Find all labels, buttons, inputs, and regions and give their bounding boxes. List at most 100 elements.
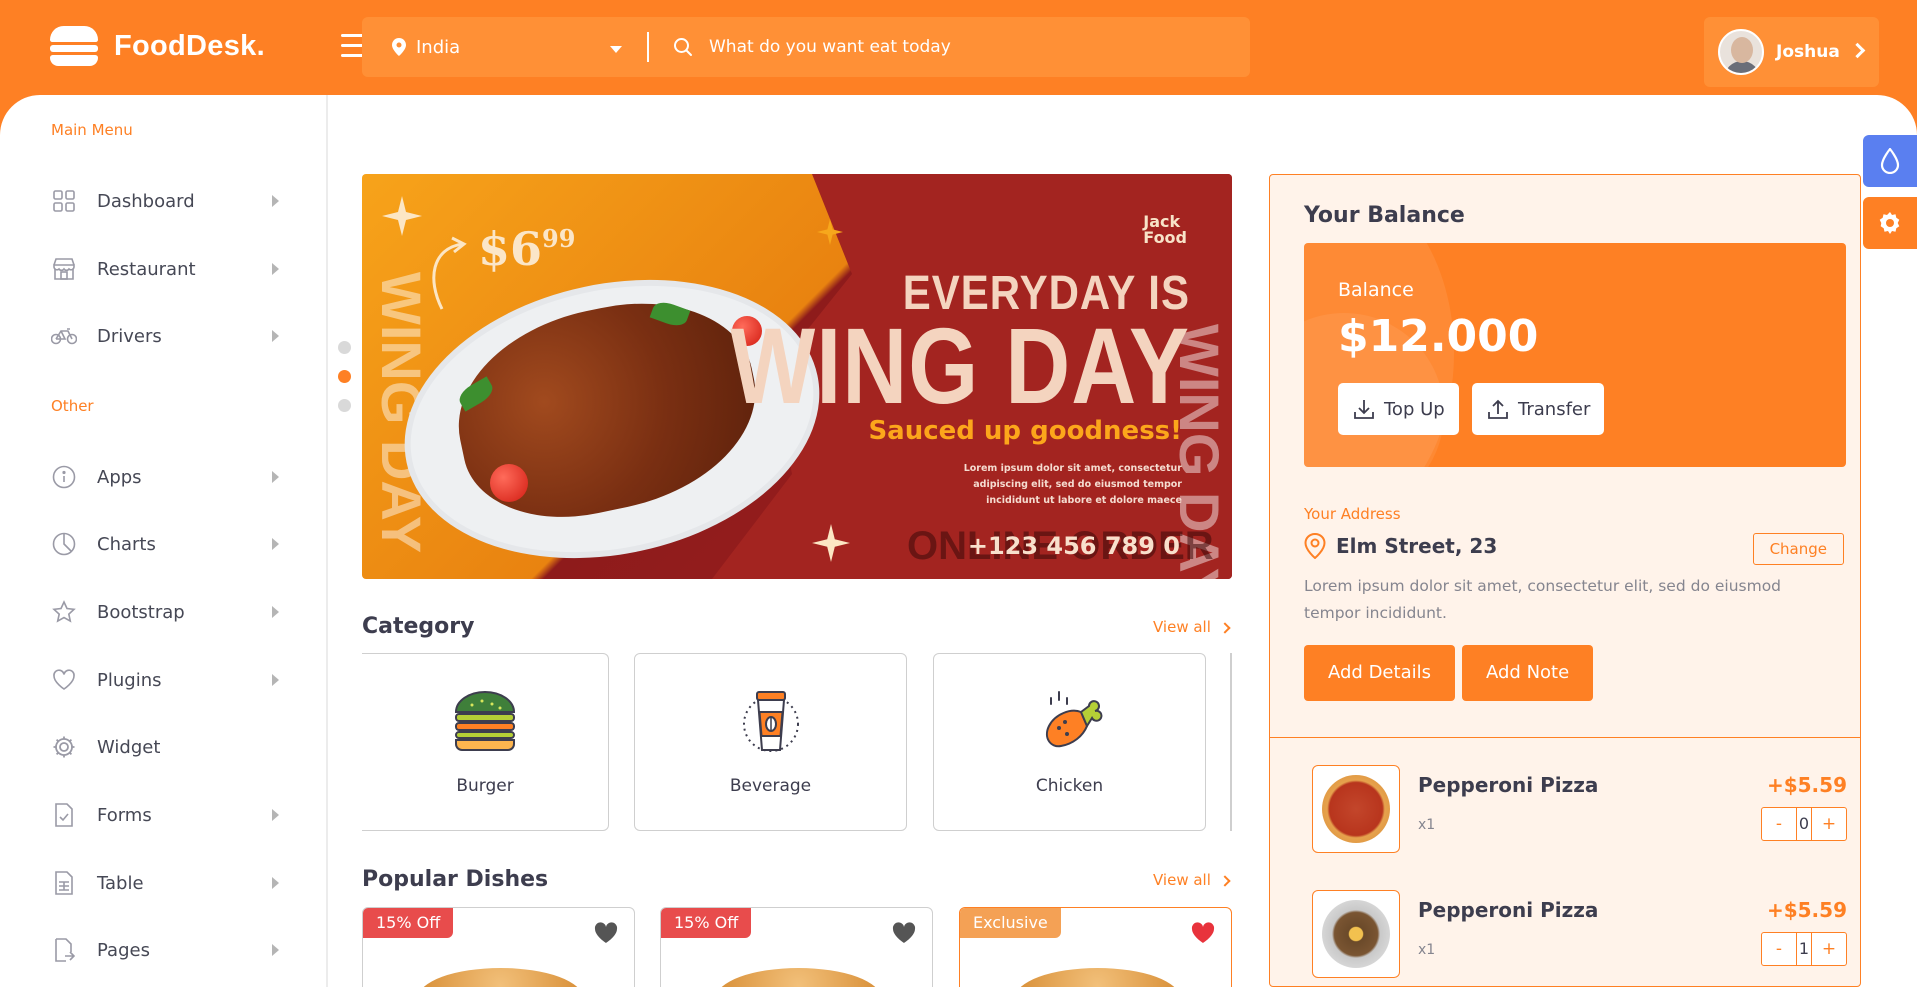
category-card-burger[interactable]: Burger — [362, 653, 609, 831]
category-label: Chicken — [1035, 776, 1104, 796]
arrow-doodle-icon — [432, 236, 467, 310]
heart-icon[interactable] — [594, 922, 618, 944]
order-item-name: Pepperoni Pizza — [1418, 773, 1599, 797]
decrement-button[interactable]: - — [1762, 933, 1796, 965]
sidebar-item-label: Charts — [97, 533, 156, 555]
search-input[interactable] — [709, 37, 1229, 57]
sparkle-icon — [817, 219, 843, 245]
balance-title: Your Balance — [1304, 203, 1465, 228]
search-divider — [647, 32, 649, 62]
form-icon — [51, 802, 77, 828]
download-icon — [1354, 400, 1374, 419]
star-icon — [51, 599, 77, 625]
popular-view-all-link[interactable]: View all — [1153, 871, 1231, 889]
sidebar-item-apps[interactable]: Apps — [51, 459, 281, 495]
order-item-qty: x1 — [1418, 817, 1436, 833]
page-icon — [51, 937, 77, 963]
map-pin-icon — [392, 38, 406, 56]
dish-card[interactable]: 15% Off — [362, 907, 635, 987]
sidebar-item-label: Forms — [97, 804, 152, 826]
gear-icon — [51, 734, 77, 760]
main-menu-label: Main Menu — [51, 121, 133, 139]
add-note-button[interactable]: Add Note — [1462, 645, 1594, 701]
sidebar-item-forms[interactable]: Forms — [51, 797, 281, 833]
settings-button[interactable] — [1863, 197, 1917, 249]
burger-image — [716, 968, 881, 987]
chevron-right-icon — [1219, 875, 1231, 887]
sidebar: Main Menu Dashboard Restaurant Drivers O… — [0, 95, 328, 987]
caret-right-icon — [272, 195, 279, 207]
sidebar-item-pages[interactable]: Pages — [51, 932, 281, 968]
increment-button[interactable]: + — [1812, 933, 1846, 965]
sidebar-item-restaurant[interactable]: Restaurant — [51, 251, 281, 287]
quantity-value[interactable]: 1 — [1796, 933, 1812, 965]
heart-filled-icon[interactable] — [1191, 922, 1215, 944]
sidebar-item-label: Table — [97, 872, 144, 894]
theme-color-button[interactable] — [1863, 135, 1917, 187]
content-area: Main Menu Dashboard Restaurant Drivers O… — [0, 95, 1917, 987]
address-label: Your Address — [1304, 505, 1401, 523]
category-card-chicken[interactable]: Chicken — [933, 653, 1206, 831]
address-line: Elm Street, 23 — [1304, 533, 1497, 559]
sidebar-item-label: Apps — [97, 466, 142, 488]
user-name: Joshua — [1776, 42, 1840, 62]
add-details-button[interactable]: Add Details — [1304, 645, 1455, 701]
category-label: Beverage — [729, 776, 812, 796]
search-icon[interactable] — [673, 37, 693, 57]
decrement-button[interactable]: - — [1762, 808, 1796, 840]
coffee-cup-icon — [742, 691, 799, 752]
transfer-button[interactable]: Transfer — [1472, 383, 1605, 435]
order-item-qty: x1 — [1418, 942, 1436, 958]
avatar — [1718, 29, 1764, 75]
map-pin-icon — [1304, 533, 1326, 559]
caret-right-icon — [272, 877, 279, 889]
sidebar-item-table[interactable]: Table — [51, 865, 281, 901]
dish-card[interactable]: Exclusive — [959, 907, 1232, 987]
top-up-button[interactable]: Top Up — [1338, 383, 1459, 435]
top-header: FoodDesk. India Joshua — [0, 0, 1917, 95]
banner-phone: +123 456 789 0 — [967, 532, 1180, 560]
app-logo[interactable]: FoodDesk. — [50, 24, 265, 68]
carousel-dot-active[interactable] — [338, 370, 351, 383]
carousel-dot[interactable] — [338, 341, 351, 354]
sidebar-item-bootstrap[interactable]: Bootstrap — [51, 594, 281, 630]
order-item-name: Pepperoni Pizza — [1418, 898, 1599, 922]
sidebar-item-dashboard[interactable]: Dashboard — [51, 183, 281, 219]
location-select[interactable]: India — [362, 17, 647, 77]
sidebar-item-plugins[interactable]: Plugins — [51, 662, 281, 698]
pie-chart-icon — [51, 531, 77, 557]
user-profile-button[interactable]: Joshua — [1704, 17, 1879, 87]
sidebar-item-charts[interactable]: Charts — [51, 526, 281, 562]
order-item-price: +$5.59 — [1766, 898, 1847, 922]
sidebar-item-drivers[interactable]: Drivers — [51, 318, 281, 354]
category-view-all-link[interactable]: View all — [1153, 618, 1231, 636]
order-item: Pepperoni Pizza x1 +$5.59 - 0 + — [1312, 765, 1847, 855]
category-card-beverage[interactable]: Beverage — [634, 653, 907, 831]
change-address-button[interactable]: Change — [1752, 533, 1844, 565]
promo-banner[interactable]: WING DAY WING DAY $699 Jack Food EVERYDAY… — [362, 174, 1232, 579]
quantity-value[interactable]: 0 — [1796, 808, 1812, 840]
sidebar-item-label: Bootstrap — [97, 601, 185, 623]
chevron-down-icon — [610, 46, 622, 53]
increment-button[interactable]: + — [1812, 808, 1846, 840]
caret-right-icon — [272, 809, 279, 821]
balance-panel: Your Balance Balance $12.000 Top Up Tran… — [1269, 174, 1861, 987]
balance-label: Balance — [1338, 279, 1414, 301]
dish-card[interactable]: 15% Off — [660, 907, 933, 987]
pizza-image — [1312, 765, 1400, 853]
exclusive-badge: Exclusive — [960, 908, 1061, 938]
sidebar-item-widget[interactable]: Widget — [51, 729, 281, 765]
sparkle-icon — [812, 524, 850, 562]
caret-right-icon — [272, 263, 279, 275]
banner-price: $699 — [478, 222, 576, 276]
discount-badge: 15% Off — [661, 908, 752, 938]
caret-right-icon — [272, 606, 279, 618]
discount-badge: 15% Off — [363, 908, 454, 938]
sidebar-item-label: Drivers — [97, 325, 162, 347]
droplet-icon — [1880, 148, 1900, 174]
info-icon — [51, 464, 77, 490]
brand-logo: Jack Food — [1143, 212, 1187, 247]
heart-icon[interactable] — [892, 922, 916, 944]
carousel-dot[interactable] — [338, 399, 351, 412]
sidebar-item-label: Dashboard — [97, 190, 195, 212]
